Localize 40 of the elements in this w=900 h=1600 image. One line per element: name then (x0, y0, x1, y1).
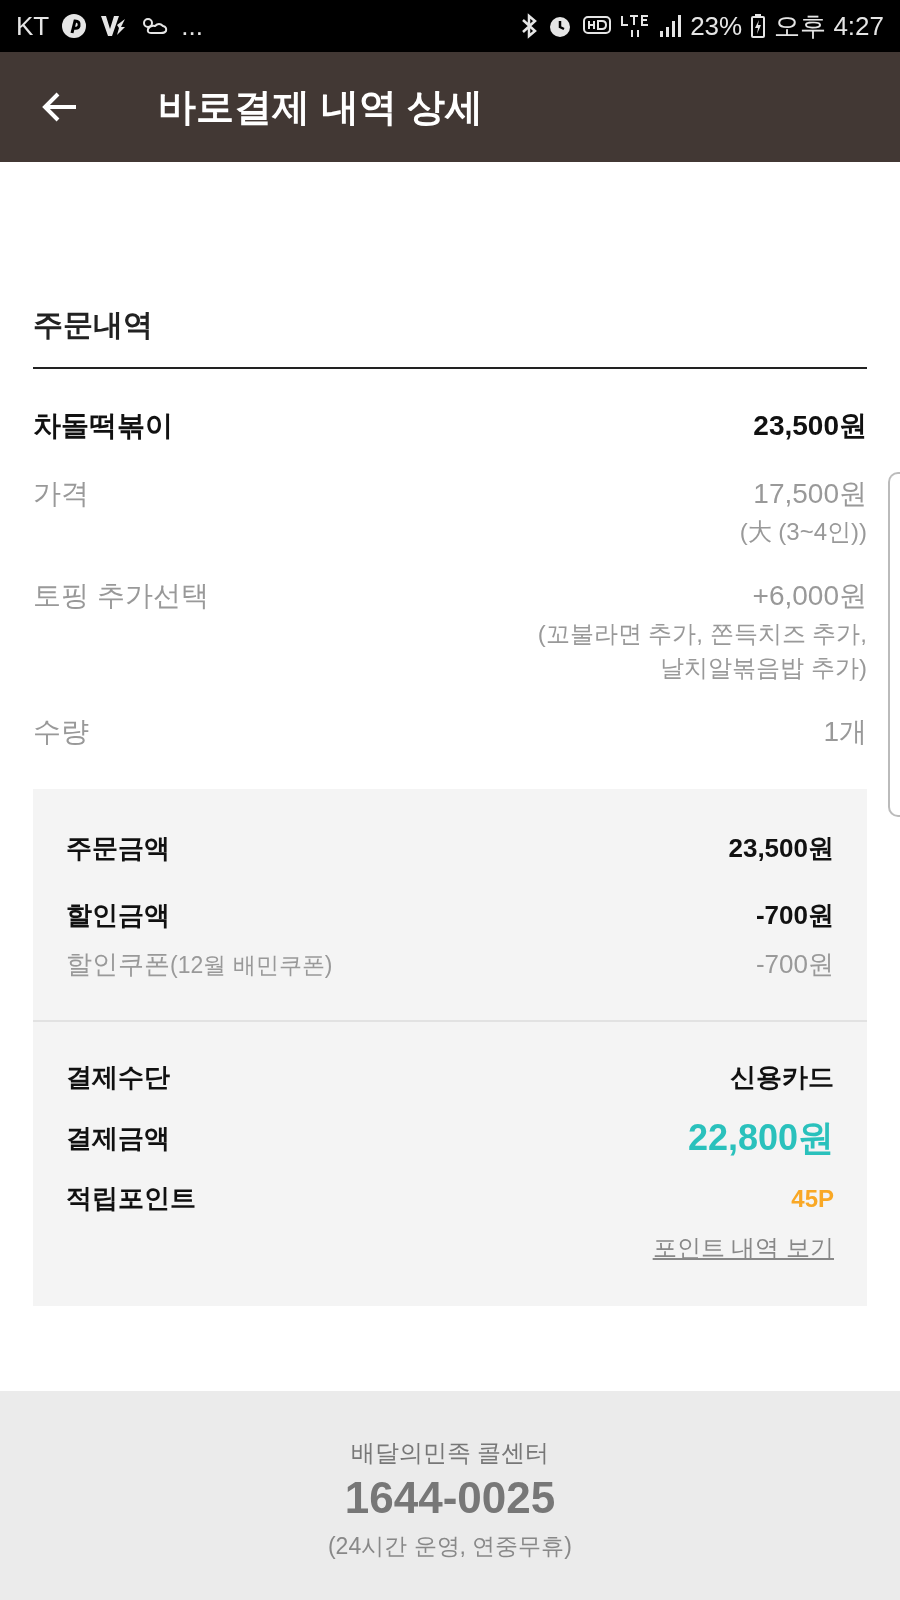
summary-label: 적립포인트 (66, 1182, 196, 1215)
summary-label: 결제수단 (66, 1061, 170, 1094)
summary-label: 주문금액 (66, 832, 170, 865)
detail-value: +6,000원 (752, 579, 867, 613)
header-title: 바로결제 내역 상세 (158, 84, 484, 130)
battery-icon (750, 13, 767, 39)
signal-icon (658, 13, 683, 39)
time-text: 오후 4:27 (774, 9, 884, 43)
summary-value: -700원 (755, 899, 834, 932)
option-note: 날치알볶음밥 추가) (660, 653, 867, 683)
detail-value: 17,500원 (753, 477, 867, 511)
summary-label: 결제금액 (66, 1121, 170, 1155)
carrier-text: KT (16, 9, 50, 43)
summary-value: 신용카드 (730, 1061, 834, 1094)
points-history-link[interactable]: 포인트 내역 보기 (652, 1230, 834, 1266)
call-center-hours: (24시간 운영, 연중무휴) (327, 1532, 573, 1561)
detail-label: 수량 (33, 715, 89, 749)
summary-label: 할인금액 (66, 899, 170, 932)
summary-value: 23,500원 (728, 832, 834, 865)
menu-name: 차돌떡볶이 (33, 409, 173, 443)
back-arrow-icon (42, 91, 78, 123)
bluetooth-icon (520, 13, 539, 39)
detail-label: 토핑 추가선택 (33, 579, 209, 613)
call-center-title: 배달의민족 콜센터 (350, 1438, 550, 1468)
coupon-value: -700원 (755, 948, 834, 981)
menu-total: 23,500원 (753, 409, 867, 443)
summary-value: 22,800원 (687, 1116, 834, 1160)
detail-label: 가격 (33, 477, 89, 511)
more-text: ... (181, 9, 203, 43)
summary-value: 45P (791, 1183, 834, 1214)
battery-percent-text: 23% (690, 9, 743, 43)
coupon-label: 할인쿠폰(12월 배민쿠폰) (66, 948, 333, 981)
option-note: (꼬불라면 추가, 쫀득치즈 추가, (537, 619, 867, 649)
scroll-thumb[interactable] (888, 472, 900, 817)
call-center-phone: 1644-0025 (344, 1472, 556, 1524)
lte-icon (620, 13, 651, 39)
v-icon (99, 13, 128, 39)
section-heading: 주문내역 (33, 302, 867, 369)
option-note: (大 (3~4인)) (739, 517, 867, 547)
detail-value: 1개 (823, 715, 867, 749)
